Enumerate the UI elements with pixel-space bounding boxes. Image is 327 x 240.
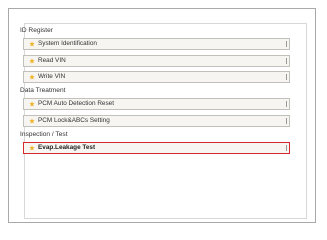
menu-item-pcm-lock-abcs-setting[interactable]: PCM Lock&ABCs Setting [23, 115, 290, 127]
menu-item-label: Read VIN [38, 57, 66, 64]
menu-item-pcm-auto-detection-reset[interactable]: PCM Auto Detection Reset [23, 98, 290, 110]
menu-item-label: PCM Lock&ABCs Setting [38, 117, 110, 124]
menu-item-evap-leakage-test[interactable]: Evap.Leakage Test [23, 142, 290, 154]
menu-item-label: Write VIN [38, 73, 66, 80]
star-bullet-icon [29, 74, 35, 80]
section-title-id-register: ID Register [20, 27, 53, 34]
star-bullet-icon [29, 41, 35, 47]
star-bullet-icon [29, 58, 35, 64]
section-title-inspection-test: Inspection / Test [20, 131, 68, 138]
menu-item-system-identification[interactable]: System Identification [23, 38, 290, 50]
star-bullet-icon [29, 118, 35, 124]
star-bullet-icon [29, 101, 35, 107]
menu-item-label: Evap.Leakage Test [38, 144, 96, 151]
menu-item-label: System Identification [38, 40, 97, 47]
star-bullet-icon [29, 145, 35, 151]
section-title-data-treatment: Data Treatment [20, 87, 66, 94]
menu-item-write-vin[interactable]: Write VIN [23, 71, 290, 83]
menu-item-read-vin[interactable]: Read VIN [23, 55, 290, 67]
menu-item-label: PCM Auto Detection Reset [38, 100, 115, 107]
